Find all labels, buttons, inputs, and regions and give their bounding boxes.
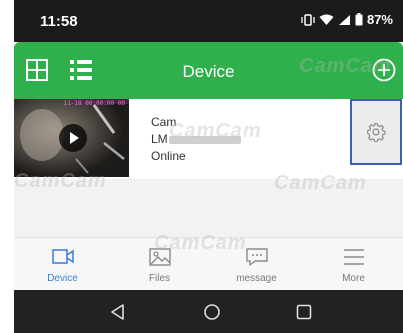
signal-icon — [338, 14, 350, 25]
back-icon[interactable] — [109, 303, 127, 321]
device-id: LM — [151, 131, 241, 148]
tab-files-label: Files — [148, 273, 171, 284]
tab-device[interactable]: Device — [14, 238, 111, 291]
device-list-empty-area — [14, 179, 403, 237]
battery-percent: 87% — [366, 12, 393, 27]
gear-icon — [367, 123, 386, 142]
tab-files[interactable]: Files — [111, 238, 208, 291]
phone-screen: 11:58 87% Device 11-18 00:00:00 00 Cam L… — [14, 0, 403, 333]
add-device-icon[interactable] — [372, 58, 396, 82]
battery-icon — [355, 13, 363, 26]
bottom-tab-bar: Device Files message More — [14, 237, 403, 290]
device-settings-button[interactable] — [350, 99, 402, 165]
home-icon[interactable] — [203, 303, 221, 321]
status-time: 11:58 — [40, 13, 78, 30]
recent-apps-icon[interactable] — [295, 303, 313, 321]
status-icons: 87% — [301, 12, 393, 27]
page-title: Device — [182, 62, 235, 81]
tab-message-label: message — [236, 273, 277, 284]
device-list-item[interactable]: 11-18 00:00:00 00 Cam LM Online — [14, 99, 403, 179]
image-icon — [149, 248, 171, 266]
menu-icon — [344, 249, 364, 265]
wifi-icon — [319, 14, 334, 25]
tab-device-label: Device — [47, 273, 78, 284]
system-navigation-bar — [14, 290, 403, 333]
camera-thumbnail[interactable]: 11-18 00:00:00 00 — [14, 99, 129, 177]
device-id-prefix: LM — [151, 132, 168, 146]
tab-more-label: More — [342, 273, 365, 284]
play-icon[interactable] — [59, 124, 87, 152]
thumbnail-timestamp: 11-18 00:00:00 00 — [63, 100, 125, 107]
tab-message[interactable]: message — [208, 238, 305, 291]
tab-more[interactable]: More — [305, 238, 402, 291]
device-status: Online — [151, 149, 186, 163]
redacted-id — [168, 135, 241, 144]
device-info: Cam LM Online — [151, 114, 241, 165]
device-name: Cam — [151, 115, 177, 129]
video-camera-icon — [52, 249, 74, 264]
vibrate-icon — [301, 13, 315, 26]
app-bar: Device — [14, 42, 403, 99]
status-bar: 11:58 87% — [14, 0, 403, 42]
message-icon — [246, 248, 268, 266]
